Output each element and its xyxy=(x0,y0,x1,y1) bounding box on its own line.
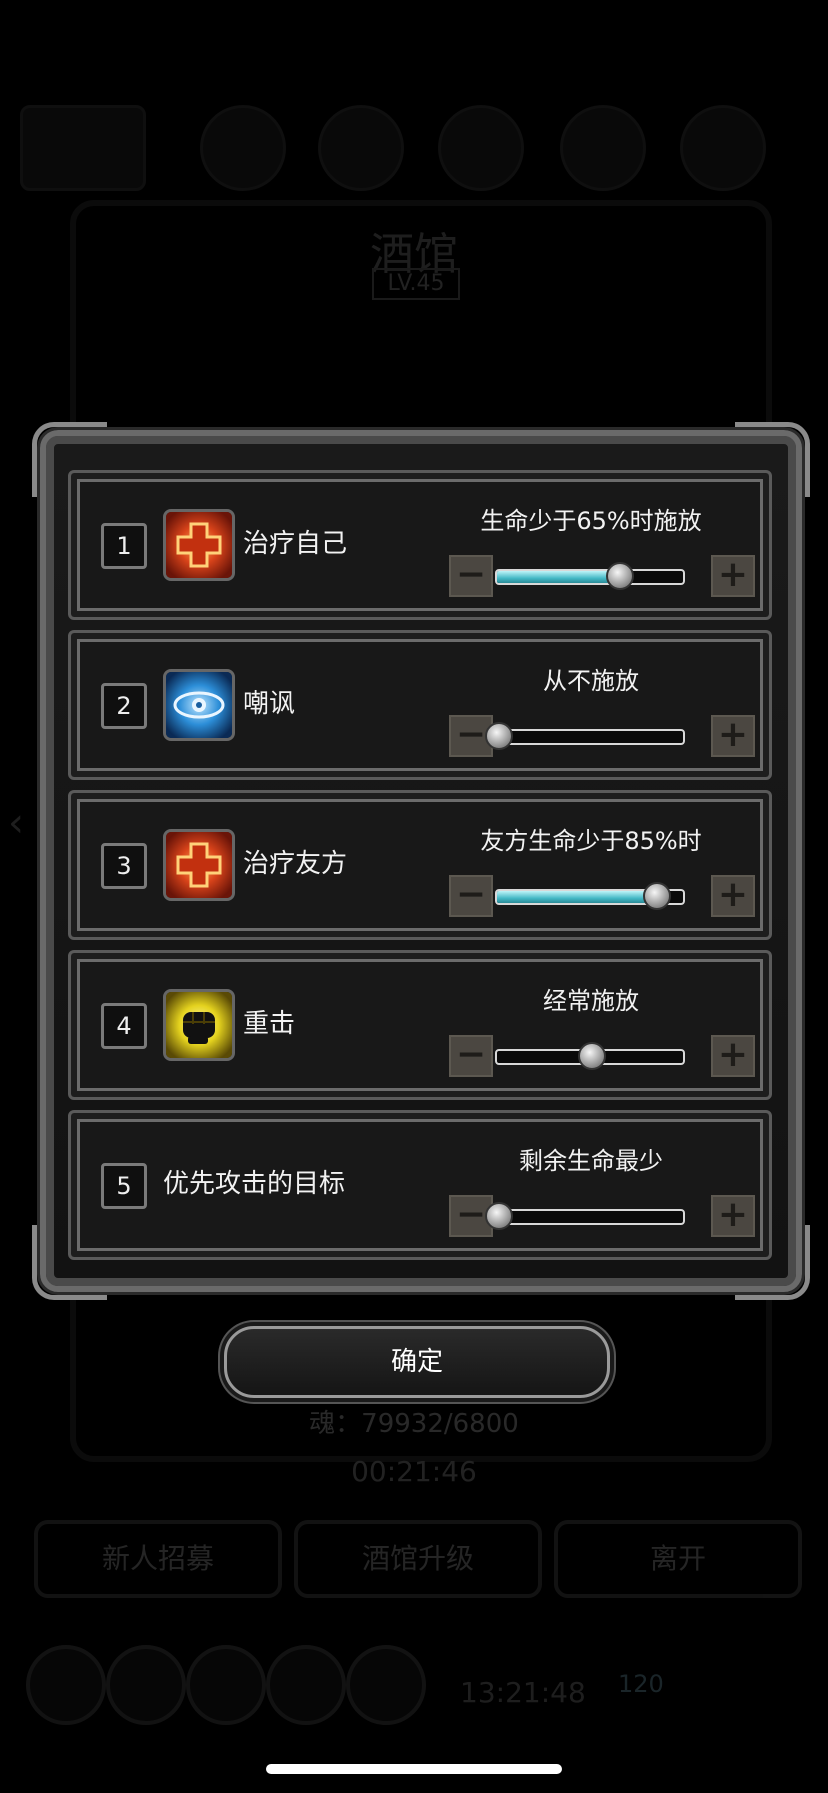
priority-number: 2 xyxy=(101,683,147,729)
bg-clock: 13:21:48 xyxy=(460,1676,586,1709)
cast-condition: 生命少于65%时施放 xyxy=(480,507,702,535)
decrease-button[interactable]: − xyxy=(449,1035,493,1077)
skill-settings-dialog: 1 治疗自己 生命少于65%时施放 − + 2 嘲讽 从不施放 − + 3 治疗… xyxy=(32,422,810,1300)
skill-row: 1 治疗自己 生命少于65%时施放 − + xyxy=(68,470,772,620)
heal-cross-icon xyxy=(163,509,235,581)
bg-tab-icon xyxy=(346,1645,426,1725)
priority-number: 3 xyxy=(101,843,147,889)
condition-slider[interactable] xyxy=(485,722,685,750)
condition-slider[interactable] xyxy=(485,1202,685,1230)
increase-button[interactable]: + xyxy=(711,1195,755,1237)
skill-name: 嘲讽 xyxy=(243,689,296,719)
decrease-button[interactable]: − xyxy=(449,555,493,597)
priority-number: 4 xyxy=(101,1003,147,1049)
target-priority-label: 优先攻击的目标 xyxy=(163,1169,346,1199)
increase-button[interactable]: + xyxy=(711,1035,755,1077)
cast-condition: 剩余生命最少 xyxy=(519,1147,663,1175)
heal-cross-icon xyxy=(163,829,235,901)
bg-tab-icon xyxy=(106,1645,186,1725)
increase-button[interactable]: + xyxy=(711,875,755,917)
skill-row: 2 嘲讽 从不施放 − + xyxy=(68,630,772,780)
skill-row: 5 优先攻击的目标 剩余生命最少 − + xyxy=(68,1110,772,1260)
bg-slot-icon xyxy=(318,105,404,191)
slider-thumb[interactable] xyxy=(578,1042,606,1070)
bg-slot-icon xyxy=(560,105,646,191)
slider-thumb[interactable] xyxy=(485,1202,513,1230)
priority-number: 5 xyxy=(101,1163,147,1209)
slider-fill xyxy=(497,891,656,903)
bg-tab-icon xyxy=(266,1645,346,1725)
taunt-eye-icon xyxy=(163,669,235,741)
bg-tab-icon xyxy=(186,1645,266,1725)
skill-name: 重击 xyxy=(243,1009,296,1039)
bg-leave-button: 离开 xyxy=(554,1520,802,1598)
cast-condition: 友方生命少于85%时 xyxy=(480,827,702,855)
bg-left-arrow-icon: ‹ xyxy=(8,800,24,846)
bg-soul-count: 魂：79932/6800 xyxy=(309,1409,519,1439)
bg-slot-icon xyxy=(680,105,766,191)
skill-name: 治疗自己 xyxy=(243,529,348,559)
condition-slider[interactable] xyxy=(495,882,685,910)
condition-slider[interactable] xyxy=(495,562,685,590)
slider-thumb[interactable] xyxy=(485,722,513,750)
bg-slot-icon xyxy=(438,105,524,191)
bg-upgrade-button: 酒馆升级 xyxy=(294,1520,542,1598)
bg-gem-count: 120 xyxy=(618,1670,664,1698)
increase-button[interactable]: + xyxy=(711,715,755,757)
increase-button[interactable]: + xyxy=(711,555,755,597)
bg-recruit-button: 新人招募 xyxy=(34,1520,282,1598)
cast-condition: 从不施放 xyxy=(543,667,639,695)
bg-portrait xyxy=(20,105,146,191)
priority-number: 1 xyxy=(101,523,147,569)
bg-tab-icon xyxy=(26,1645,106,1725)
cast-condition: 经常施放 xyxy=(543,987,639,1015)
decrease-button[interactable]: − xyxy=(449,875,493,917)
home-indicator[interactable] xyxy=(266,1764,562,1774)
slider-thumb[interactable] xyxy=(605,562,634,590)
heavy-strike-fist-icon xyxy=(163,989,235,1061)
confirm-button[interactable]: 确定 xyxy=(224,1326,610,1398)
bg-level: LV.45 xyxy=(372,268,460,300)
bg-timer: 00:21:46 xyxy=(351,1455,477,1488)
slider-fill xyxy=(497,571,618,583)
condition-slider[interactable] xyxy=(495,1042,685,1070)
skill-row: 3 治疗友方 友方生命少于85%时 − + xyxy=(68,790,772,940)
skill-row: 4 重击 经常施放 − + xyxy=(68,950,772,1100)
bg-slot-icon xyxy=(200,105,286,191)
skill-name: 治疗友方 xyxy=(243,849,348,879)
slider-thumb[interactable] xyxy=(643,882,672,910)
